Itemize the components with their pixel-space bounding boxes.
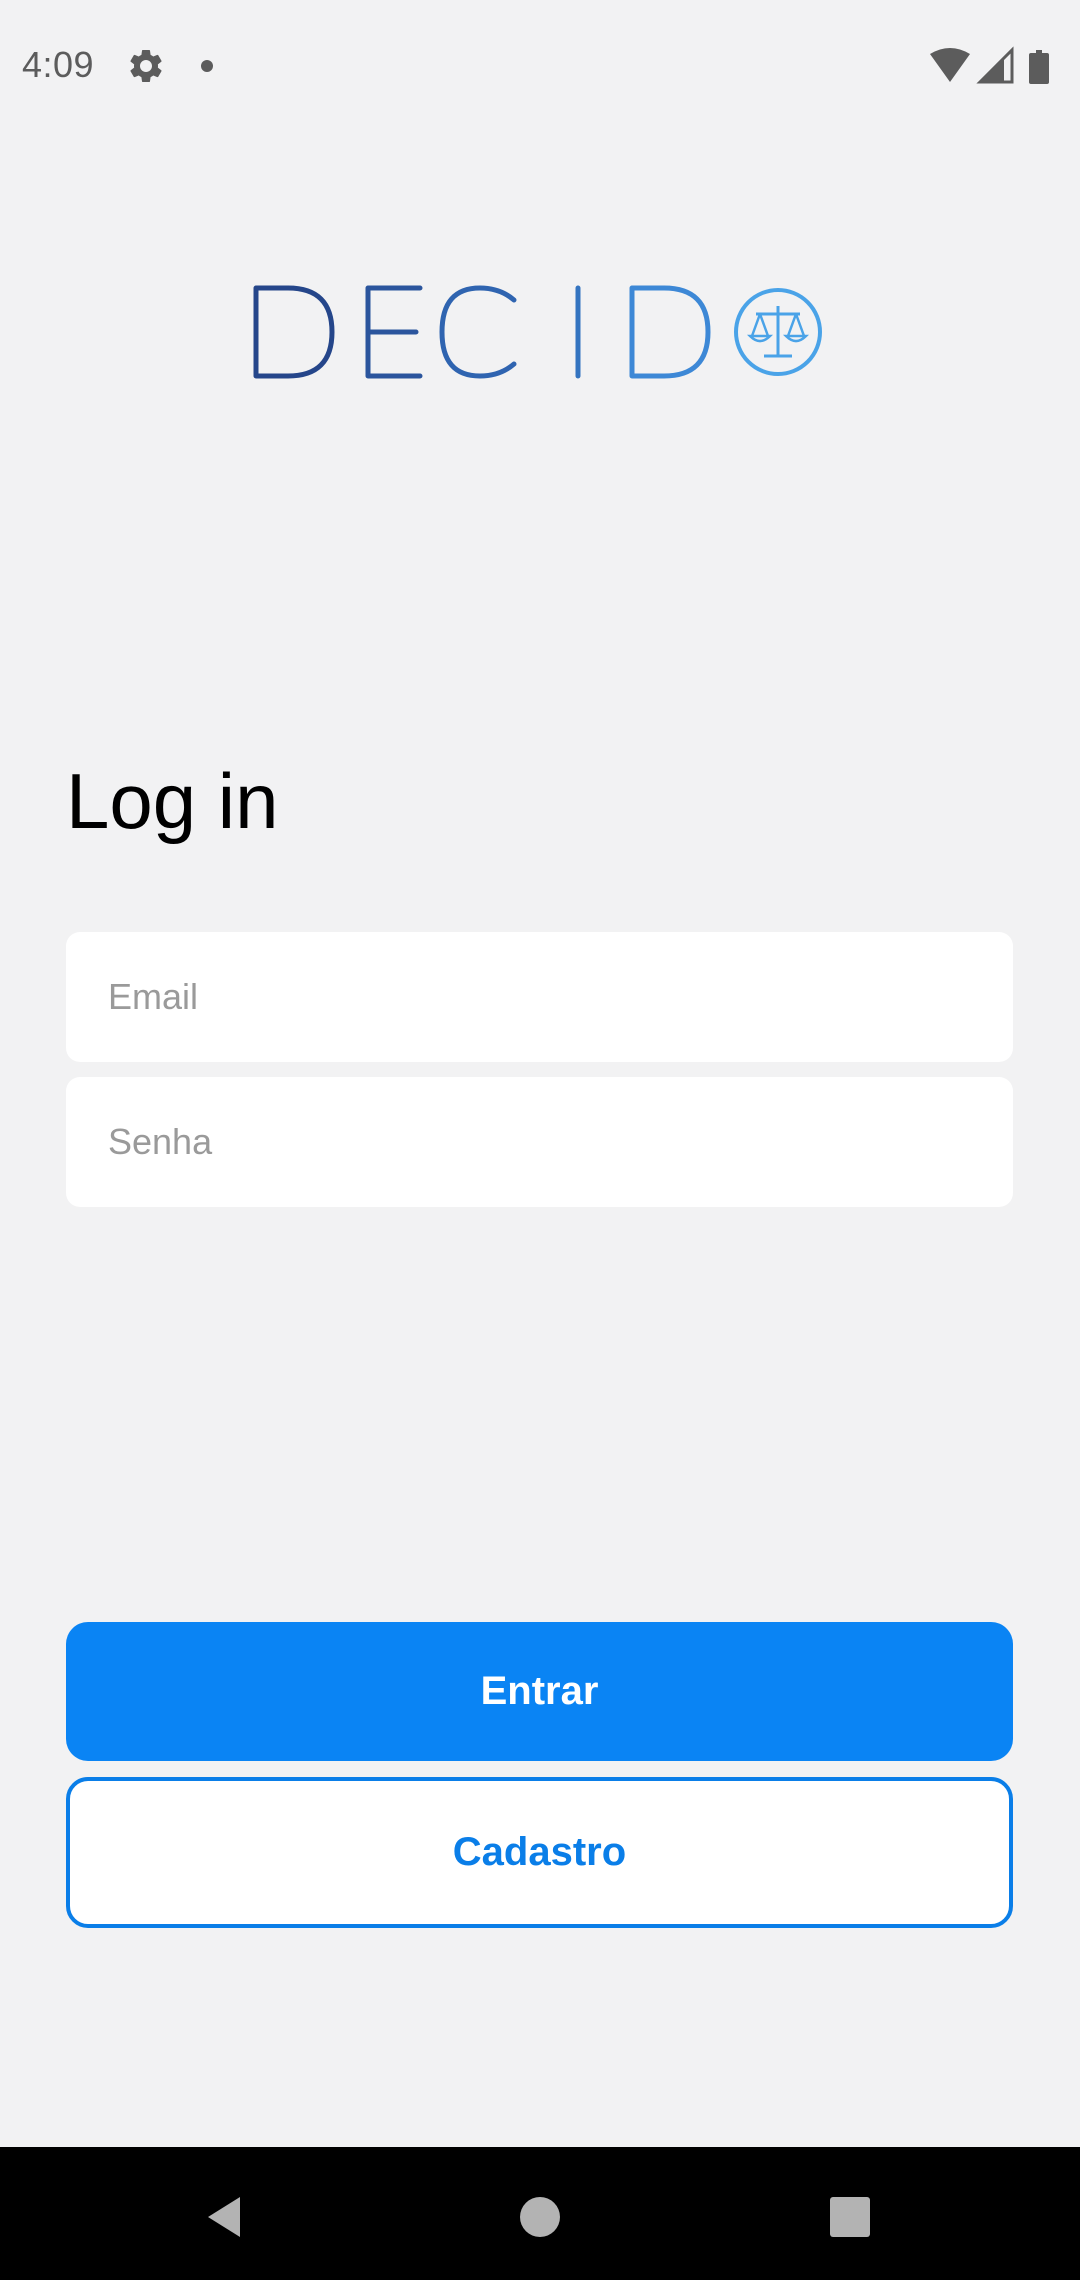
scales-of-justice-icon: [734, 288, 822, 376]
recents-icon[interactable]: [820, 2187, 880, 2247]
login-button[interactable]: Entrar: [66, 1622, 1013, 1761]
home-icon[interactable]: [510, 2187, 570, 2247]
wifi-icon: [930, 48, 970, 82]
email-field[interactable]: [66, 932, 1013, 1062]
cellular-signal-icon: [976, 46, 1014, 84]
password-field[interactable]: [66, 1077, 1013, 1207]
battery-icon: [1029, 50, 1049, 84]
login-button-label: Entrar: [480, 1669, 599, 1713]
status-bar: 4:09: [0, 0, 1080, 134]
register-button[interactable]: Cadastro: [66, 1777, 1013, 1928]
register-button-label: Cadastro: [452, 1830, 627, 1874]
status-indicators: [930, 46, 1060, 86]
status-time: 4:09: [22, 44, 95, 85]
page-title: Log in: [66, 757, 279, 845]
back-icon[interactable]: [196, 2187, 256, 2247]
app-logo: [250, 280, 830, 386]
gear-icon: [126, 46, 166, 86]
notification-dot-icon: [201, 60, 213, 72]
system-nav-bar: [0, 2147, 1080, 2280]
